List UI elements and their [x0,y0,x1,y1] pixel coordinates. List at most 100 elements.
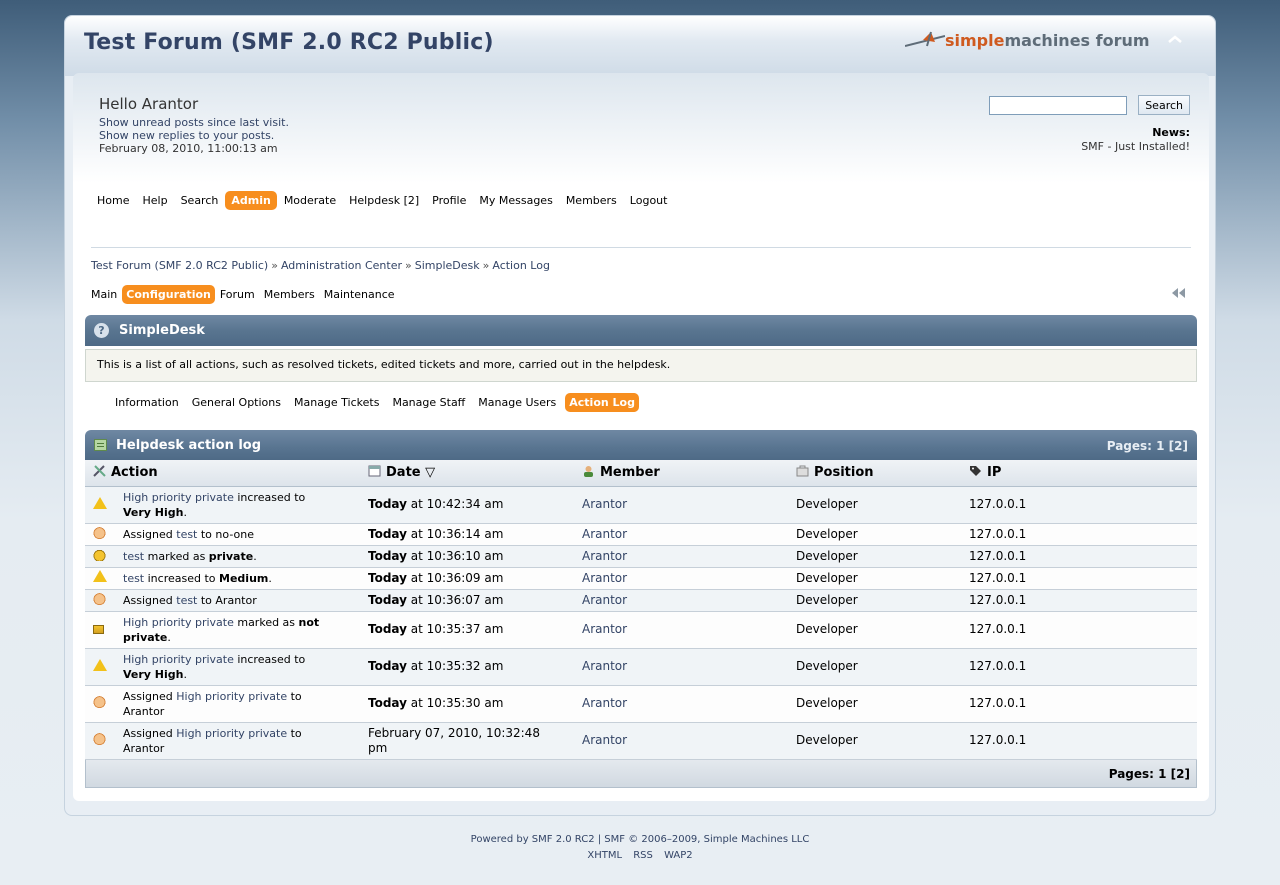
current-date: February 08, 2010, 11:00:13 am [99,142,278,155]
sort-desc-icon[interactable]: ▽ [425,465,435,480]
ticket-link[interactable]: test [123,550,144,563]
member-link[interactable]: Arantor [574,722,788,760]
action-cell: High priority private increased to Very … [115,648,360,686]
tab-information[interactable]: Information [111,393,183,412]
forum-title[interactable]: Test Forum (SMF 2.0 RC2 Public) [84,30,494,55]
menu-help[interactable]: Help [136,191,173,210]
priority-warning-icon [93,570,107,582]
action-log-titlebar: Helpdesk action log Pages: 1 [2] [85,430,1197,460]
member-link[interactable]: Arantor [574,486,788,524]
tab-action-log[interactable]: Action Log [565,393,639,412]
member-link[interactable]: Arantor [574,589,788,612]
menu-search[interactable]: Search [175,191,225,210]
content-area: Hello Arantor Show unread posts since la… [73,73,1209,801]
tab-manage-staff[interactable]: Manage Staff [388,393,469,412]
column-date[interactable]: Date ▽ [360,460,574,487]
column-position[interactable]: Position [788,460,961,487]
menu-helpdesk[interactable]: Helpdesk [2] [343,191,425,210]
admin-tab-configuration[interactable]: Configuration [122,285,215,304]
ip-cell: 127.0.0.1 [961,523,1197,546]
ip-cell: 127.0.0.1 [961,589,1197,612]
breadcrumb-simpledesk[interactable]: SimpleDesk [415,259,480,272]
date-cell: Today at 10:42:34 am [360,486,574,524]
action-cell: High priority private increased to Very … [115,486,360,524]
menu-my-messages[interactable]: My Messages [473,191,558,210]
new-replies-link[interactable]: Show new replies to your posts. [99,129,289,142]
date-cell: Today at 10:36:07 am [360,589,574,612]
date-cell: Today at 10:36:09 am [360,567,574,590]
table-row: Assigned test to Arantor Today at 10:36:0… [85,589,1197,612]
tab-manage-users[interactable]: Manage Users [474,393,560,412]
action-cell: test increased to Medium. [115,567,360,590]
member-link[interactable]: Arantor [574,685,788,723]
ticket-link[interactable]: test [176,528,197,541]
breadcrumb-forum[interactable]: Test Forum (SMF 2.0 RC2 Public) [91,259,268,272]
footer-link-xhtml[interactable]: XHTML [587,850,622,861]
column-ip[interactable]: IP [961,460,1197,487]
column-action[interactable]: Action [85,460,360,487]
ticket-link[interactable]: High priority private [176,690,287,703]
position-cell: Developer [788,567,961,590]
admin-tab-members[interactable]: Members [260,285,319,304]
member-link[interactable]: Arantor [574,648,788,686]
ticket-link[interactable]: High priority private [123,491,234,504]
table-header-row: Action Date ▽ Member Position IP [85,460,1197,487]
date-cell: Today at 10:35:37 am [360,611,574,649]
position-cell: Developer [788,685,961,723]
position-cell: Developer [788,545,961,568]
priority-warning-icon [93,496,107,509]
menu-moderate[interactable]: Moderate [278,191,342,210]
breadcrumb-admin-center[interactable]: Administration Center [281,259,402,272]
member-link[interactable]: Arantor [574,567,788,590]
ip-cell: 127.0.0.1 [961,648,1197,686]
powered-by[interactable]: Powered by SMF 2.0 RC2 | SMF © 2006–2009… [0,832,1280,848]
breadcrumb: Test Forum (SMF 2.0 RC2 Public)» Administ… [91,259,550,272]
divider [91,247,1191,248]
briefcase-icon [796,465,809,477]
pagination-bottom[interactable]: Pages: 1 [2] [1109,767,1190,781]
ticket-link[interactable]: test [176,594,197,607]
date-cell: Today at 10:35:30 am [360,685,574,723]
assign-hand-icon [93,732,106,745]
admin-menu: Main Configuration Forum Members Mainten… [87,285,400,304]
footer-link-wap2[interactable]: WAP2 [664,850,693,861]
ticket-link[interactable]: test [123,572,144,585]
tab-manage-tickets[interactable]: Manage Tickets [290,393,383,412]
menu-admin[interactable]: Admin [225,191,277,210]
help-icon[interactable]: ? [94,323,109,338]
action-cell: Assigned High priority private to Aranto… [115,722,360,760]
tab-general-options[interactable]: General Options [188,393,285,412]
member-link[interactable]: Arantor [574,523,788,546]
ticket-link[interactable]: High priority private [176,727,287,740]
footer-link-rss[interactable]: RSS [633,850,653,861]
section-description: This is a list of all actions, such as r… [85,349,1197,382]
date-cell: Today at 10:36:10 am [360,545,574,568]
member-link[interactable]: Arantor [574,545,788,568]
menu-home[interactable]: Home [91,191,135,210]
page-footer: Powered by SMF 2.0 RC2 | SMF © 2006–2009… [0,832,1280,864]
unread-posts-link[interactable]: Show unread posts since last visit. [99,116,289,129]
member-link[interactable]: Arantor [574,611,788,649]
date-cell: Today at 10:36:14 am [360,523,574,546]
smf-logo[interactable]: simplemachines forum [905,26,1150,56]
menu-profile[interactable]: Profile [426,191,472,210]
collapse-menu-icon[interactable] [1171,287,1187,299]
table-row: High priority private increased to Very … [85,648,1197,686]
search-button[interactable]: Search [1138,95,1190,115]
search-input[interactable] [988,95,1127,115]
admin-tab-maintenance[interactable]: Maintenance [320,285,399,304]
menu-logout[interactable]: Logout [624,191,674,210]
breadcrumb-action-log[interactable]: Action Log [492,259,550,272]
column-member[interactable]: Member [574,460,788,487]
user-icon [584,466,593,478]
admin-tab-forum[interactable]: Forum [216,285,259,304]
admin-tab-main[interactable]: Main [87,285,121,304]
lock-icon [93,547,106,561]
table-row: Assigned test to no-one Today at 10:36:14… [85,523,1197,546]
menu-members[interactable]: Members [560,191,623,210]
ticket-link[interactable]: High priority private [123,616,234,629]
chevron-up-icon[interactable] [1165,33,1185,47]
ticket-link[interactable]: High priority private [123,653,234,666]
tools-icon [93,465,106,477]
pagination-top[interactable]: Pages: 1 [2] [1107,439,1188,453]
